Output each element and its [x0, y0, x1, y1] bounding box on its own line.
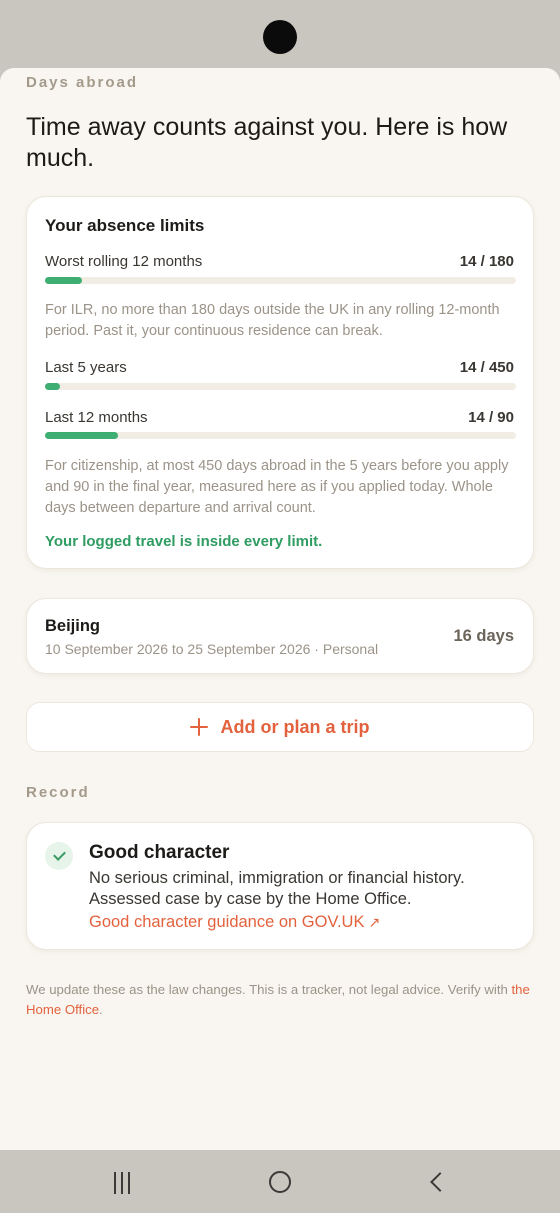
external-link-icon: ↗ [368, 914, 381, 930]
add-trip-label: Add or plan a trip [220, 716, 370, 737]
back-icon[interactable] [414, 1160, 460, 1204]
trip-dates: 10 September 2026 to 25 September 2026 ·… [45, 641, 379, 657]
disclaimer-end: . [99, 1002, 103, 1017]
disclaimer-text: We update these as the law changes. This… [26, 982, 512, 997]
limit-label-12-months: Last 12 months [45, 409, 148, 426]
limit-value-rolling: 14 / 180 [459, 253, 514, 270]
section-label-days-abroad: Days abroad [26, 74, 139, 91]
progress-fill-rolling [45, 277, 82, 284]
ilr-note: For ILR, no more than 180 days outside t… [45, 302, 500, 339]
section-label-record: Record [26, 784, 90, 801]
trip-city: Beijing [45, 617, 101, 635]
absence-limits-card: Your absence limits Worst rolling 12 mon… [26, 196, 534, 569]
progress-track-5-years [45, 383, 516, 390]
good-character-card: Good character No serious criminal, immi… [26, 822, 534, 950]
system-nav-bar [0, 1150, 560, 1213]
progress-fill-5-years [45, 383, 60, 390]
trip-item-beijing[interactable]: Beijing 10 September 2026 to 25 Septembe… [26, 598, 534, 674]
camera-cutout [263, 20, 297, 54]
plus-icon [190, 718, 209, 736]
limit-label-5-years: Last 5 years [45, 359, 127, 376]
progress-track-rolling [45, 277, 516, 284]
status-bar [0, 0, 560, 70]
recents-icon[interactable] [100, 1160, 146, 1204]
disclaimer: We update these as the law changes. This… [26, 980, 532, 1020]
progress-fill-12-months [45, 432, 119, 439]
limit-value-12-months: 14 / 90 [468, 409, 514, 426]
citizenship-note: For citizenship, at most 450 days abroad… [45, 458, 509, 516]
limit-value-5-years: 14 / 450 [459, 359, 514, 376]
trip-days: 16 days [453, 627, 514, 645]
limit-label-rolling: Worst rolling 12 months [45, 253, 203, 270]
add-trip-button[interactable]: Add or plan a trip [26, 702, 534, 752]
good-character-guidance-link[interactable]: Good character guidance on GOV.UK ↗ [89, 913, 380, 932]
phone-frame: Days abroad Time away counts against you… [0, 0, 560, 1213]
absence-limits-title: Your absence limits [45, 216, 205, 235]
app-screen: Days abroad Time away counts against you… [0, 68, 560, 1150]
record-description: No serious criminal, immigration or fina… [89, 869, 465, 908]
check-icon [45, 842, 73, 870]
record-title: Good character [89, 842, 230, 863]
home-icon[interactable] [257, 1160, 303, 1204]
guidance-link-text: Good character guidance on GOV.UK [89, 913, 365, 931]
limits-status-message: Your logged travel is inside every limit… [45, 533, 323, 550]
page-headline: Time away counts against you. Here is ho… [26, 113, 508, 172]
progress-track-12-months [45, 432, 516, 439]
